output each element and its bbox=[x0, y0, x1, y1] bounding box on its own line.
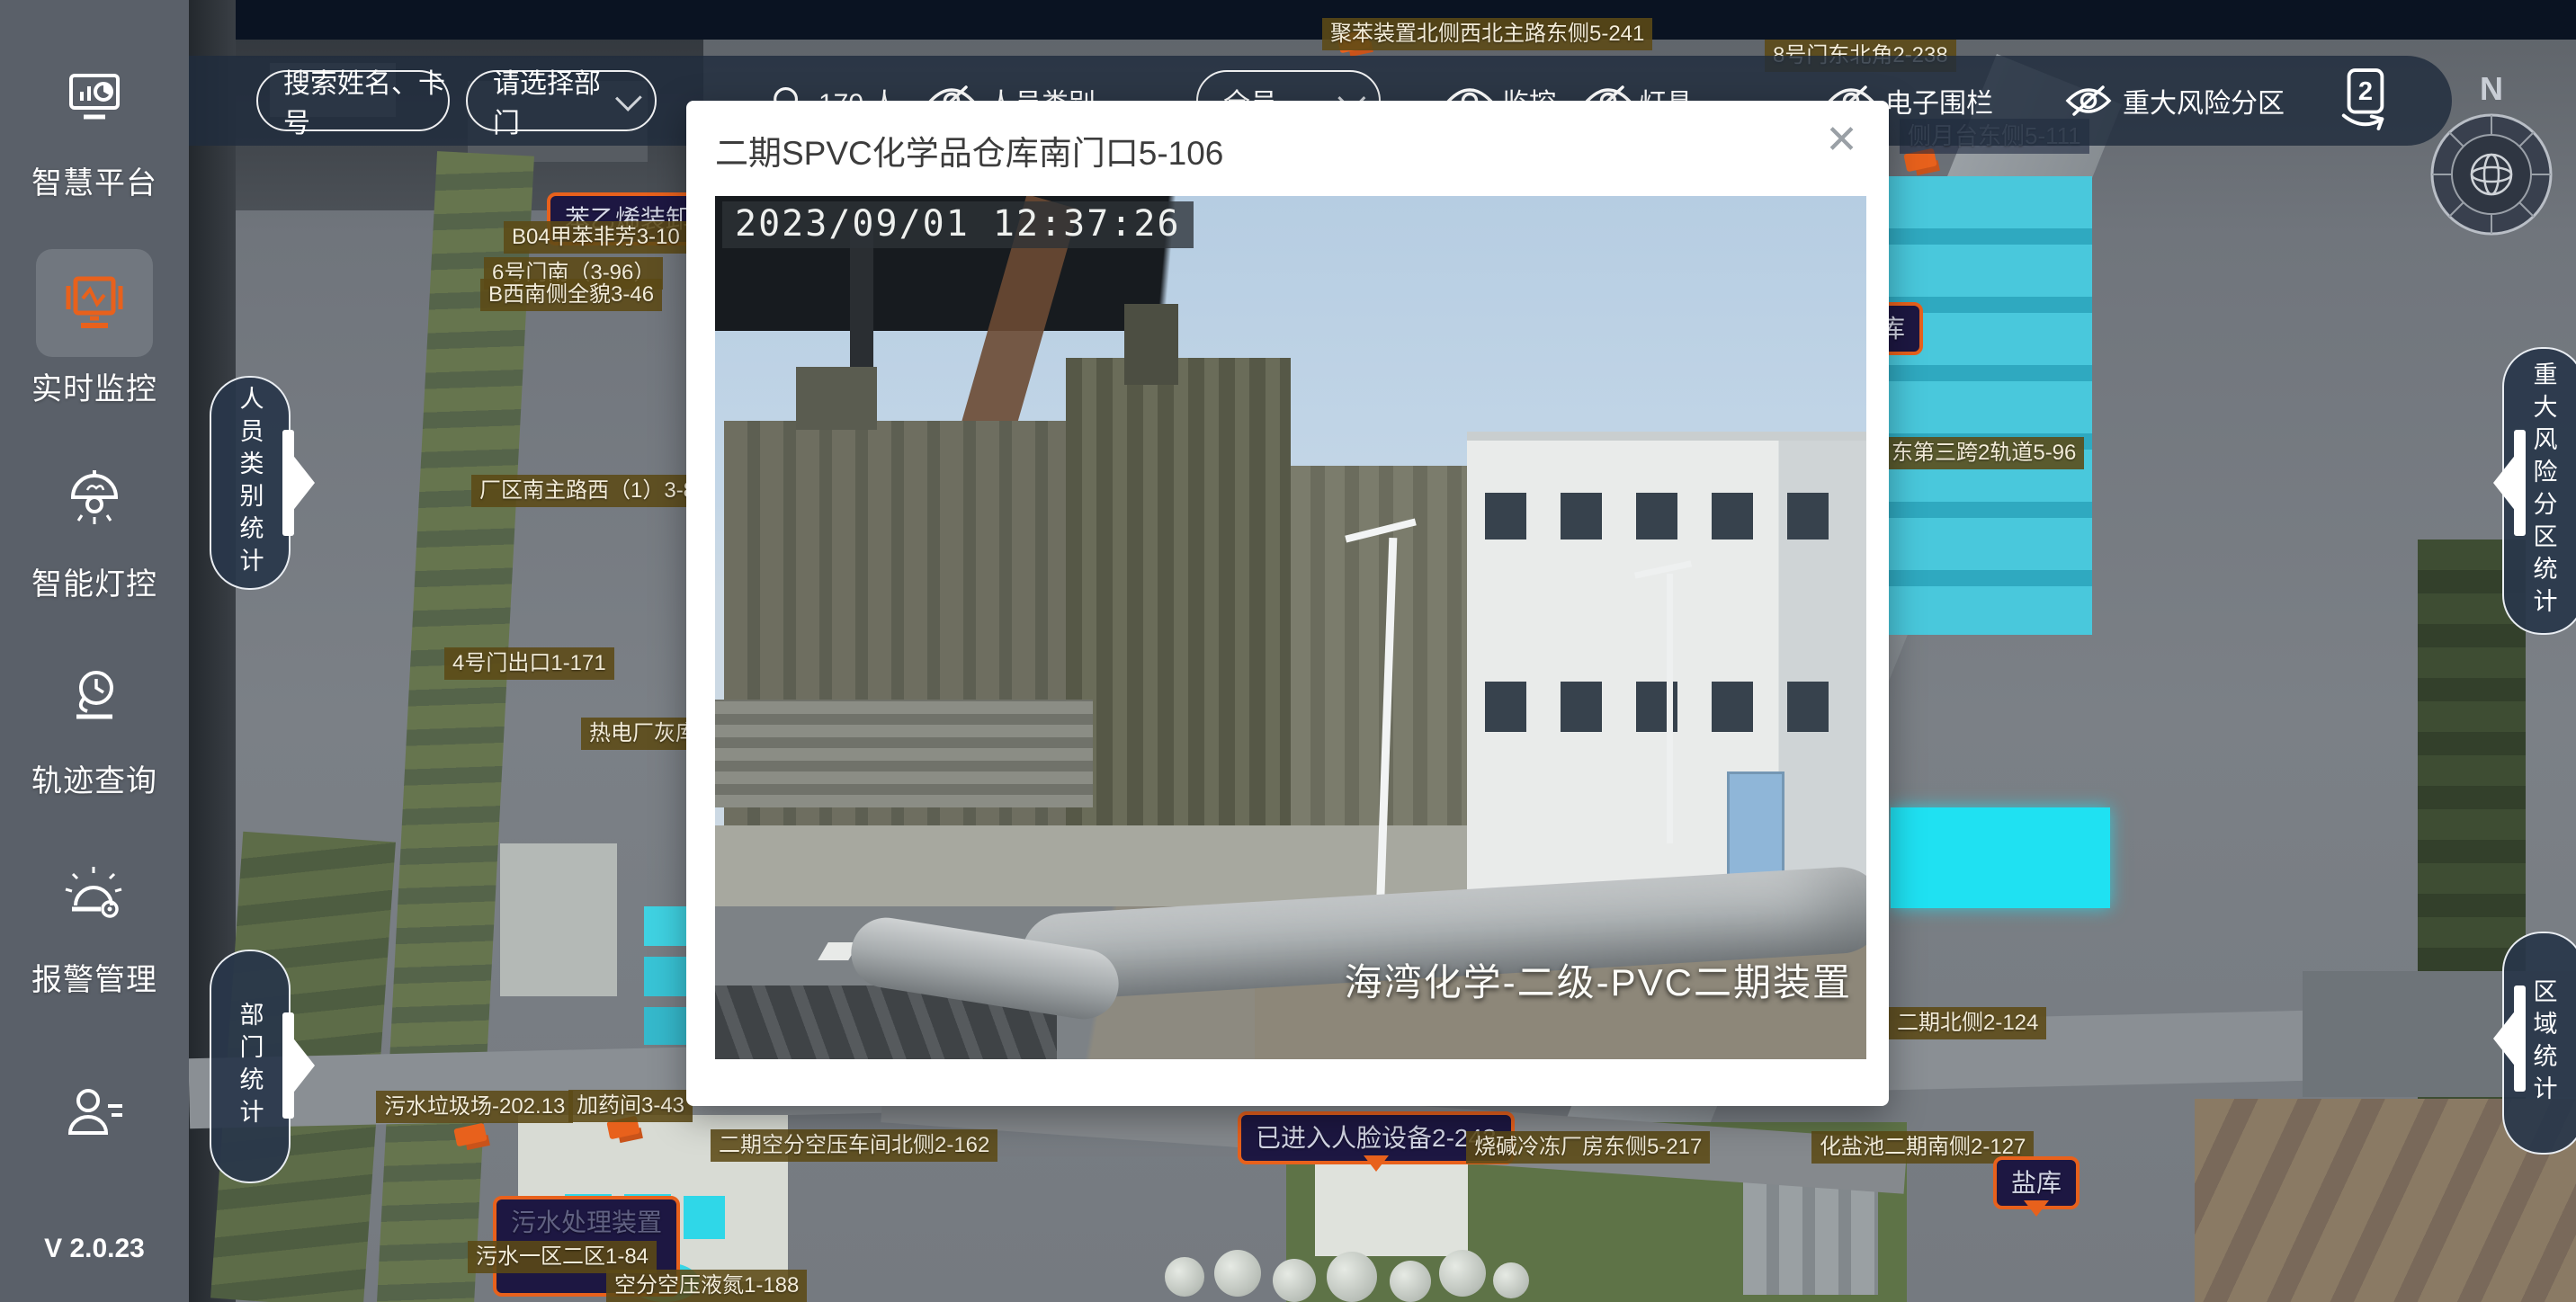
compass[interactable]: N bbox=[2428, 111, 2554, 237]
sidebar-label: 轨迹查询 bbox=[31, 756, 157, 800]
sidebar-item-smart-lighting[interactable]: 智能灯控 bbox=[0, 444, 189, 603]
app-root: 聚苯装置北侧西北主路东侧5-2418号门东北角2-238侧月台东侧5-111苯乙… bbox=[0, 0, 2576, 1302]
person-list-icon bbox=[65, 1086, 124, 1138]
map-label[interactable]: B04甲苯非芳3-10 bbox=[504, 221, 688, 254]
map-label[interactable]: 二期空分空压车间北侧2-162 bbox=[711, 1129, 997, 1162]
sidebar-item-track-query[interactable]: 轨迹查询 bbox=[0, 641, 189, 800]
sidebar-item-alarm-management[interactable]: 报警管理 bbox=[0, 840, 189, 999]
map-label[interactable]: 4号门出口1-171 bbox=[444, 647, 614, 680]
department-select[interactable]: 请选择部门 bbox=[466, 70, 657, 131]
eye-off-icon[interactable] bbox=[2065, 84, 2112, 118]
map-label[interactable]: B西南侧全貌3-46 bbox=[480, 279, 662, 311]
tab-department-stats[interactable]: 部门统计 bbox=[210, 950, 291, 1183]
map-label[interactable]: 污水垃圾场-202.13 bbox=[376, 1091, 573, 1123]
department-placeholder: 请选择部门 bbox=[468, 61, 617, 140]
sidebar-item-realtime-monitor[interactable]: 实时监控 bbox=[0, 249, 189, 408]
app-version: V 2.0.23 bbox=[0, 1234, 189, 1264]
label-pointer bbox=[1364, 1155, 1389, 1184]
realtime-monitor-icon bbox=[63, 273, 126, 333]
sidebar-label: 智能灯控 bbox=[31, 559, 157, 603]
label-pointer bbox=[2024, 1200, 2049, 1229]
search-placeholder: 搜索姓名、卡号 bbox=[258, 61, 448, 140]
map-label[interactable]: 厂区南主路西（1）3-85 bbox=[471, 475, 715, 507]
camera-video-frame: 2023/09/01 12:37:26 海湾化学-二级-PVC二期装置 bbox=[715, 196, 1866, 1059]
map-label[interactable]: 盐库 bbox=[1993, 1156, 2080, 1209]
sidebar-label: 报警管理 bbox=[31, 955, 157, 999]
track-pin-clock-icon bbox=[66, 666, 123, 724]
department-stats-expand-arrow[interactable] bbox=[282, 1012, 336, 1120]
map-label[interactable]: 空分空压液氮1-188 bbox=[606, 1270, 807, 1302]
personnel-stats-expand-arrow[interactable] bbox=[282, 430, 336, 538]
sidebar-label: 实时监控 bbox=[31, 364, 157, 408]
map-label[interactable]: 二期北侧2-124 bbox=[1889, 1007, 2046, 1039]
alarm-bell-gear-icon bbox=[65, 866, 124, 922]
map-label[interactable]: 东第三跨2轨道5-96 bbox=[1883, 437, 2084, 469]
smart-lamp-icon bbox=[66, 470, 123, 526]
video-timestamp: 2023/09/01 12:37:26 bbox=[722, 201, 1194, 248]
chevron-down-icon bbox=[615, 85, 642, 111]
map-label[interactable]: 污水一区二区1-84 bbox=[468, 1241, 657, 1273]
map-label[interactable]: 聚苯装置北侧西北主路东侧5-241 bbox=[1322, 18, 1652, 50]
sidebar-item-smart-platform[interactable]: 智慧平台 bbox=[0, 43, 189, 202]
sidebar-nav: 智慧平台 实时监控 bbox=[0, 0, 189, 1302]
toggle-electronic-fence[interactable]: 电子围栏 bbox=[1885, 81, 1993, 120]
risk-zone-stats-expand-arrow[interactable] bbox=[2472, 430, 2526, 538]
close-icon[interactable]: ✕ bbox=[1825, 120, 1858, 160]
sidebar-item-personnel-list[interactable] bbox=[0, 1058, 189, 1166]
map-label[interactable]: 烧碱冷冻厂房东侧5-217 bbox=[1466, 1131, 1710, 1164]
map-label[interactable]: 加药间3-43 bbox=[568, 1090, 693, 1122]
camera-feed-modal: 二期SPVC化学品仓库南门口5-106 ✕ bbox=[686, 101, 1889, 1106]
video-watermark: 海湾化学-二级-PVC二期装置 bbox=[1345, 952, 1852, 1007]
badge-count: 2 bbox=[2358, 77, 2373, 106]
sidebar-label: 智慧平台 bbox=[31, 158, 157, 202]
search-input[interactable]: 搜索姓名、卡号 bbox=[256, 70, 450, 131]
modal-title: 二期SPVC化学品仓库南门口5-106 bbox=[715, 126, 1223, 174]
toggle-major-risk-zone[interactable]: 重大风险分区 bbox=[2123, 81, 2285, 120]
compass-north-label: N bbox=[2480, 70, 2503, 108]
area-stats-expand-arrow[interactable] bbox=[2472, 985, 2526, 1093]
screen-switch-icon[interactable]: 2 bbox=[2337, 67, 2393, 135]
tab-personnel-category-stats[interactable]: 人员类别统计 bbox=[210, 376, 291, 590]
platform-monitor-icon bbox=[66, 72, 123, 122]
